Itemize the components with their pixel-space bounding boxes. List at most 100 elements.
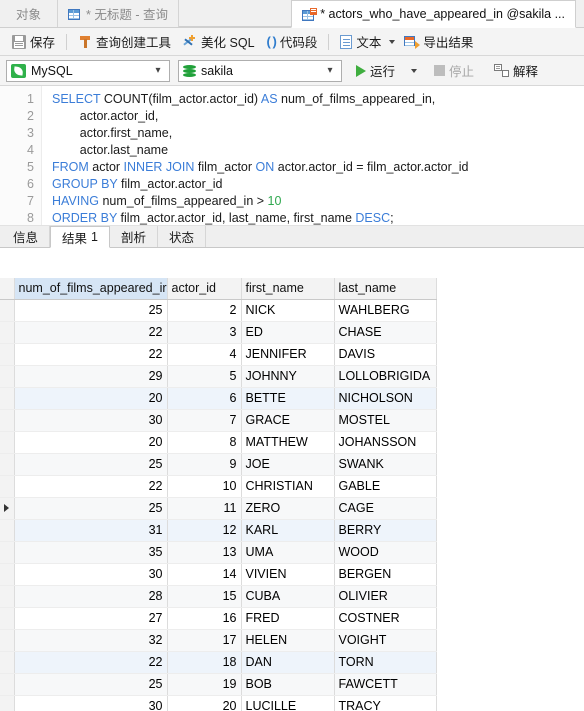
cell-last-name[interactable]: WAHLBERG	[334, 299, 437, 322]
cell-num-of-films[interactable]: 30	[14, 409, 168, 432]
beautify-sql-button[interactable]: 美化 SQL	[177, 31, 261, 53]
cell-num-of-films[interactable]: 25	[14, 453, 168, 476]
run-dropdown-icon[interactable]	[411, 68, 418, 73]
text-view-button[interactable]: 文本	[334, 31, 387, 53]
cell-first-name[interactable]: LUCILLE	[241, 695, 335, 711]
cell-actor-id[interactable]: 7	[167, 409, 242, 432]
cell-actor-id[interactable]: 19	[167, 673, 242, 696]
cell-num-of-films[interactable]: 25	[14, 673, 168, 696]
cell-actor-id[interactable]: 10	[167, 475, 242, 498]
cell-actor-id[interactable]: 6	[167, 387, 242, 410]
row-header-cell[interactable]	[0, 651, 15, 674]
row-header-cell[interactable]	[0, 673, 15, 696]
cell-last-name[interactable]: SWANK	[334, 453, 437, 476]
tab-objects[interactable]: 对象	[0, 0, 59, 27]
cell-num-of-films[interactable]: 28	[14, 585, 168, 608]
table-row[interactable]: 25 2 NICK WAHLBERG	[0, 299, 437, 322]
table-row[interactable]: 22 4 JENNIFER DAVIS	[0, 343, 437, 366]
cell-num-of-films[interactable]: 22	[14, 321, 168, 344]
cell-last-name[interactable]: BERRY	[334, 519, 437, 542]
cell-actor-id[interactable]: 2	[167, 299, 242, 322]
cell-actor-id[interactable]: 15	[167, 585, 242, 608]
export-results-button[interactable]: 导出结果	[398, 31, 479, 53]
result-grid-container[interactable]: num_of_films_appeared_ir actor_id first_…	[0, 278, 584, 711]
cell-first-name[interactable]: BETTE	[241, 387, 335, 410]
row-header-cell[interactable]	[0, 409, 15, 432]
table-row[interactable]: 25 19 BOB FAWCETT	[0, 673, 437, 696]
cell-actor-id[interactable]: 9	[167, 453, 242, 476]
table-row[interactable]: 30 14 VIVIEN BERGEN	[0, 563, 437, 586]
cell-first-name[interactable]: HELEN	[241, 629, 335, 652]
cell-first-name[interactable]: UMA	[241, 541, 335, 564]
driver-select[interactable]: MySQL ▾	[6, 59, 170, 82]
save-button[interactable]: 保存	[6, 31, 61, 53]
table-row[interactable]: 22 18 DAN TORN	[0, 651, 437, 674]
row-header-cell[interactable]	[0, 497, 15, 520]
table-row[interactable]: 30 20 LUCILLE TRACY	[0, 695, 437, 711]
row-header-cell[interactable]	[0, 299, 15, 322]
table-row[interactable]: 28 15 CUBA OLIVIER	[0, 585, 437, 608]
database-select[interactable]: sakila ▾	[178, 59, 342, 82]
cell-last-name[interactable]: NICHOLSON	[334, 387, 437, 410]
cell-actor-id[interactable]: 16	[167, 607, 242, 630]
table-row[interactable]: 30 7 GRACE MOSTEL	[0, 409, 437, 432]
cell-last-name[interactable]: WOOD	[334, 541, 437, 564]
cell-actor-id[interactable]: 5	[167, 365, 242, 388]
cell-num-of-films[interactable]: 29	[14, 365, 168, 388]
table-row[interactable]: 32 17 HELEN VOIGHT	[0, 629, 437, 652]
cell-num-of-films[interactable]: 30	[14, 695, 168, 711]
cell-last-name[interactable]: CAGE	[334, 497, 437, 520]
result-tab-1[interactable]: 结果 1	[50, 226, 110, 248]
cell-num-of-films[interactable]: 25	[14, 299, 168, 322]
cell-first-name[interactable]: FRED	[241, 607, 335, 630]
cell-last-name[interactable]: LOLLOBRIGIDA	[334, 365, 437, 388]
result-tab-3[interactable]: 状态	[158, 226, 207, 247]
table-row[interactable]: 35 13 UMA WOOD	[0, 541, 437, 564]
table-row[interactable]: 22 3 ED CHASE	[0, 321, 437, 344]
cell-actor-id[interactable]: 20	[167, 695, 242, 711]
row-header-cell[interactable]	[0, 387, 15, 410]
table-row[interactable]: 20 6 BETTE NICHOLSON	[0, 387, 437, 410]
cell-last-name[interactable]: DAVIS	[334, 343, 437, 366]
cell-first-name[interactable]: GRACE	[241, 409, 335, 432]
cell-last-name[interactable]: MOSTEL	[334, 409, 437, 432]
result-tab-0[interactable]: 信息	[2, 226, 51, 247]
row-header-cell[interactable]	[0, 607, 15, 630]
table-row[interactable]: 20 8 MATTHEW JOHANSSON	[0, 431, 437, 454]
cell-num-of-films[interactable]: 32	[14, 629, 168, 652]
cell-last-name[interactable]: TORN	[334, 651, 437, 674]
table-row[interactable]: 25 9 JOE SWANK	[0, 453, 437, 476]
code-snippet-button[interactable]: ( ) 代码段	[261, 31, 324, 53]
row-header-cell[interactable]	[0, 365, 15, 388]
stop-button[interactable]: 停止	[428, 60, 480, 82]
cell-first-name[interactable]: ED	[241, 321, 335, 344]
cell-last-name[interactable]: BERGEN	[334, 563, 437, 586]
row-header-cell[interactable]	[0, 321, 15, 344]
row-header-cell[interactable]	[0, 453, 15, 476]
cell-first-name[interactable]: BOB	[241, 673, 335, 696]
row-header-cell[interactable]	[0, 585, 15, 608]
row-header-cell[interactable]	[0, 695, 15, 711]
cell-first-name[interactable]: ZERO	[241, 497, 335, 520]
cell-num-of-films[interactable]: 20	[14, 387, 168, 410]
cell-num-of-films[interactable]: 22	[14, 343, 168, 366]
cell-actor-id[interactable]: 4	[167, 343, 242, 366]
text-view-dropdown-icon[interactable]	[389, 39, 396, 44]
cell-actor-id[interactable]: 18	[167, 651, 242, 674]
column-header-num-of-films[interactable]: num_of_films_appeared_ir	[14, 278, 168, 300]
cell-first-name[interactable]: JOHNNY	[241, 365, 335, 388]
cell-actor-id[interactable]: 12	[167, 519, 242, 542]
table-row[interactable]: 31 12 KARL BERRY	[0, 519, 437, 542]
cell-last-name[interactable]: CHASE	[334, 321, 437, 344]
column-header-first-name[interactable]: first_name	[241, 278, 335, 300]
row-header-cell[interactable]	[0, 475, 15, 498]
cell-num-of-films[interactable]: 20	[14, 431, 168, 454]
cell-last-name[interactable]: FAWCETT	[334, 673, 437, 696]
cell-num-of-films[interactable]: 31	[14, 519, 168, 542]
cell-last-name[interactable]: OLIVIER	[334, 585, 437, 608]
cell-num-of-films[interactable]: 22	[14, 475, 168, 498]
cell-num-of-films[interactable]: 35	[14, 541, 168, 564]
cell-actor-id[interactable]: 14	[167, 563, 242, 586]
row-header-cell[interactable]	[0, 541, 15, 564]
cell-first-name[interactable]: JENNIFER	[241, 343, 335, 366]
